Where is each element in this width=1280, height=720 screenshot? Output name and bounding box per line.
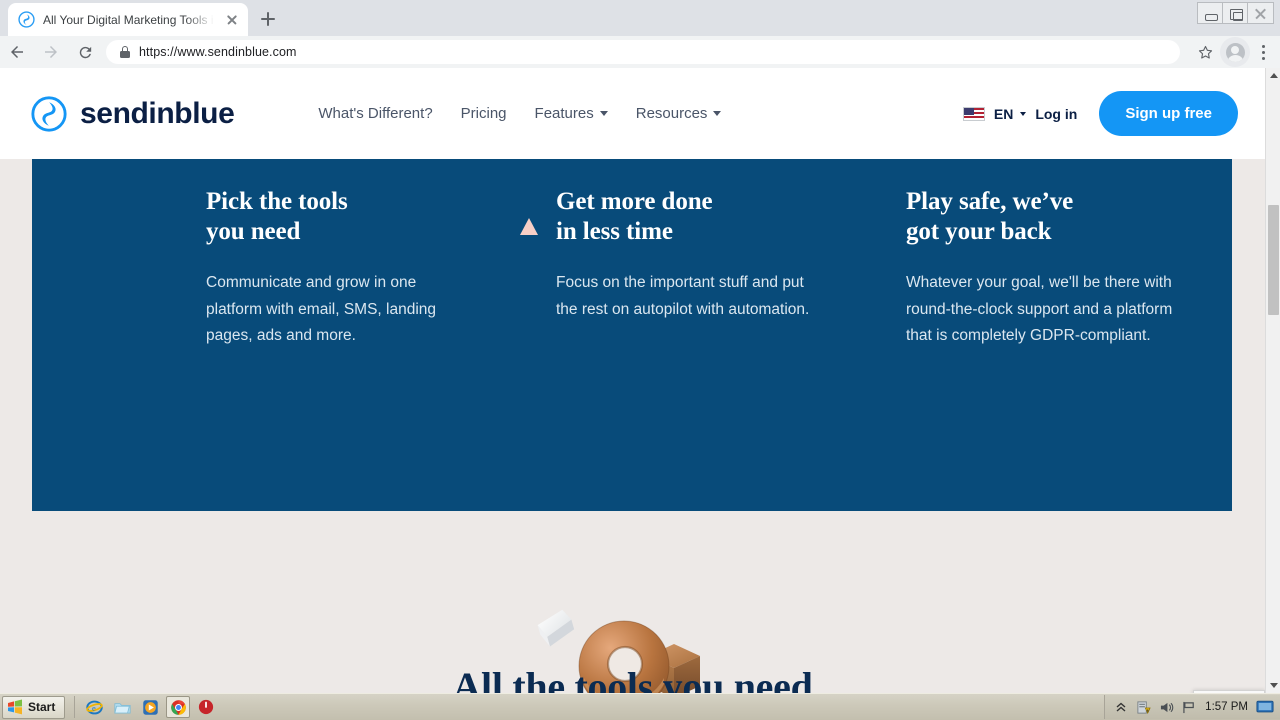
reload-icon[interactable] bbox=[68, 36, 102, 68]
tab-close-icon[interactable] bbox=[224, 12, 240, 28]
scrollbar-thumb[interactable] bbox=[1268, 205, 1279, 315]
star-icon[interactable] bbox=[1190, 37, 1220, 67]
feature-body: Communicate and grow in one platform wit… bbox=[206, 274, 437, 345]
main-nav: What's Different? Pricing Features Resou… bbox=[318, 105, 722, 122]
feature-column-3: Play safe, we’ve got your back Whatever … bbox=[870, 187, 1210, 350]
page-scrollbar[interactable] bbox=[1265, 68, 1280, 693]
tray-expand-icon[interactable] bbox=[1113, 700, 1128, 715]
scroll-down-arrow-icon[interactable] bbox=[1266, 678, 1280, 693]
nav-label: What's Different? bbox=[318, 105, 433, 122]
new-tab-button[interactable] bbox=[254, 5, 282, 33]
tab-strip: All Your Digital Marketing Tools in On bbox=[0, 0, 1280, 36]
network-flag-icon[interactable] bbox=[1182, 700, 1197, 715]
windows-flag-icon bbox=[7, 699, 23, 715]
feature-column-1: Pick the tools you need Communicate and … bbox=[170, 187, 520, 350]
site-header: sendinblue What's Different? Pricing Fea… bbox=[0, 68, 1265, 159]
folder-explorer-icon[interactable] bbox=[110, 696, 134, 718]
feature-title: Pick the tools you need bbox=[206, 187, 348, 246]
nav-label: Resources bbox=[635, 105, 708, 122]
header-actions: EN Log in Sign up free bbox=[962, 91, 1238, 136]
feature-title-line2: in less time bbox=[556, 217, 673, 245]
feature-title-line2: got your back bbox=[906, 217, 1052, 245]
site-logo-text: sendinblue bbox=[80, 96, 235, 130]
browser-window: All Your Digital Marketing Tools in On bbox=[0, 0, 1280, 720]
feature-title: Get more done in less time bbox=[556, 187, 713, 246]
nav-item-pricing[interactable]: Pricing bbox=[461, 105, 507, 122]
feature-band: Pick the tools you need Communicate and … bbox=[32, 159, 1232, 511]
taskbar-clock[interactable]: 1:57 PM bbox=[1205, 701, 1248, 713]
feature-title-line2: you need bbox=[206, 217, 301, 245]
media-player-icon[interactable] bbox=[138, 696, 162, 718]
nav-label: Features bbox=[534, 105, 594, 122]
internet-explorer-icon[interactable]: e bbox=[82, 696, 106, 718]
pink-triangle-icon bbox=[520, 187, 556, 235]
security-alert-icon[interactable] bbox=[1136, 700, 1151, 715]
sendinblue-logo-icon bbox=[30, 95, 68, 133]
page-viewport: sendinblue What's Different? Pricing Fea… bbox=[0, 68, 1280, 693]
windows-taskbar: Start e 1:57 PM bbox=[0, 693, 1280, 720]
window-controls bbox=[1197, 2, 1274, 24]
minimize-icon[interactable] bbox=[1198, 3, 1223, 23]
padlock-icon bbox=[120, 46, 130, 58]
chevron-down-icon bbox=[713, 111, 722, 116]
feature-title-line1: Play safe, we’ve bbox=[906, 188, 1074, 215]
toolbar-right bbox=[1190, 37, 1280, 67]
feature-title-line1: Pick the tools bbox=[206, 188, 348, 215]
feature-title: Play safe, we’ve got your back bbox=[906, 187, 1073, 246]
nav-label: Pricing bbox=[460, 105, 507, 122]
shutdown-red-icon[interactable] bbox=[194, 696, 218, 718]
feature-body: Focus on the important stuff and put the… bbox=[556, 274, 810, 318]
quick-launch-bar: e bbox=[74, 696, 218, 718]
three-dot-menu-icon[interactable] bbox=[1250, 37, 1276, 67]
feature-body: Whatever your goal, we'll be there with … bbox=[906, 274, 1173, 345]
google-chrome-icon[interactable] bbox=[166, 696, 191, 718]
start-button[interactable]: Start bbox=[2, 695, 66, 719]
window-close-icon[interactable] bbox=[1248, 3, 1273, 23]
arrow-back-icon[interactable] bbox=[0, 36, 34, 68]
language-selector[interactable]: EN bbox=[994, 106, 1013, 122]
section-title: All the tools you need bbox=[452, 664, 813, 693]
address-bar[interactable]: https://www.sendinblue.com bbox=[106, 40, 1180, 64]
sendinblue-favicon-icon bbox=[18, 11, 35, 28]
browser-tab[interactable]: All Your Digital Marketing Tools in On bbox=[8, 3, 248, 36]
tab-title: All Your Digital Marketing Tools in On bbox=[43, 12, 216, 27]
show-desktop-icon[interactable] bbox=[1256, 700, 1274, 715]
restore-icon[interactable] bbox=[1223, 3, 1248, 23]
nav-item-whats-different[interactable]: What's Different? bbox=[318, 105, 432, 122]
system-tray: 1:57 PM bbox=[1104, 695, 1280, 719]
nav-item-features[interactable]: Features bbox=[535, 105, 608, 122]
scroll-up-arrow-icon[interactable] bbox=[1266, 68, 1280, 83]
url-text: https://www.sendinblue.com bbox=[139, 45, 297, 59]
arrow-forward-icon bbox=[34, 36, 68, 68]
chevron-down-icon bbox=[599, 111, 608, 116]
account-avatar-icon[interactable] bbox=[1220, 37, 1250, 67]
yellow-circle-icon bbox=[870, 187, 906, 201]
us-flag-icon bbox=[962, 106, 985, 121]
svg-text:e: e bbox=[92, 702, 96, 712]
nav-item-resources[interactable]: Resources bbox=[636, 105, 722, 122]
lower-section: All the tools you need bbox=[0, 511, 1265, 693]
browser-toolbar: https://www.sendinblue.com bbox=[0, 36, 1280, 68]
blue-diamond-icon bbox=[170, 187, 206, 201]
feature-title-line1: Get more done bbox=[556, 188, 713, 215]
start-label: Start bbox=[28, 700, 56, 714]
chevron-down-icon[interactable] bbox=[1020, 111, 1027, 116]
volume-icon[interactable] bbox=[1159, 700, 1174, 715]
signup-button[interactable]: Sign up free bbox=[1099, 91, 1238, 136]
login-link[interactable]: Log in bbox=[1035, 106, 1077, 122]
site-logo[interactable]: sendinblue bbox=[30, 95, 235, 133]
feature-column-2: Get more done in less time Focus on the … bbox=[520, 187, 870, 350]
